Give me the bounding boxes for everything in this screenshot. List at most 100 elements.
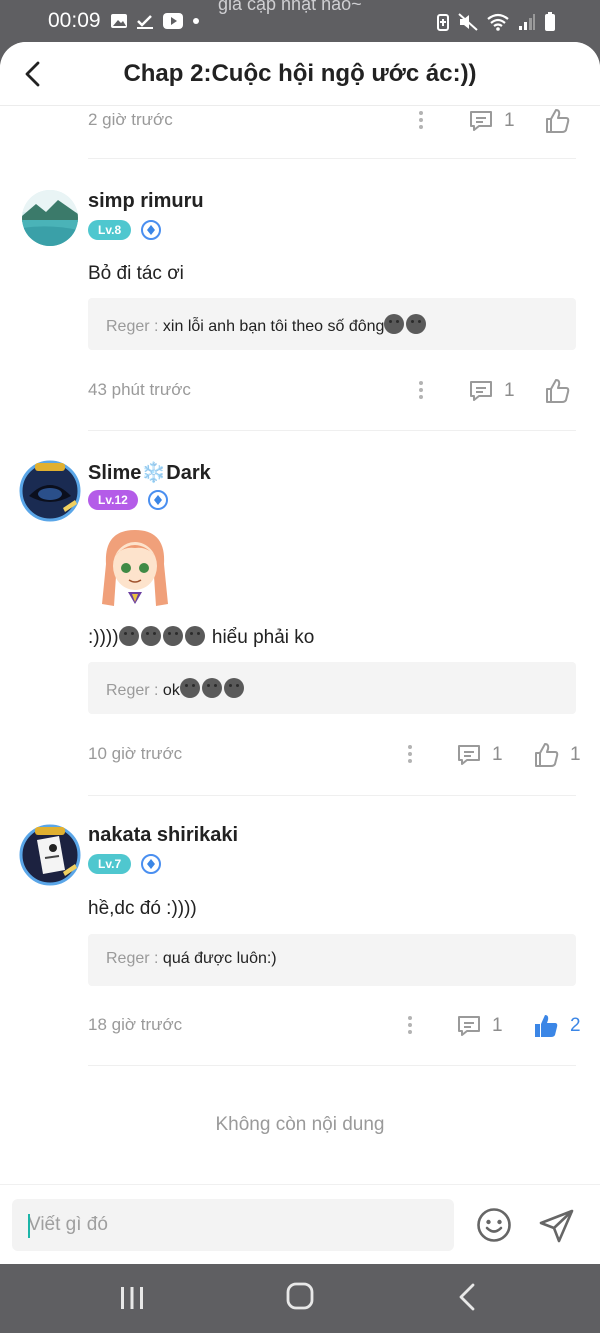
reply-count: 1 <box>504 110 515 131</box>
thumbs-up-icon <box>535 743 559 767</box>
comment-meta-row: 10 giờ trước 1 1 <box>88 740 581 770</box>
end-of-content-label: Không còn nội dung <box>215 1114 385 1135</box>
avatar-landscape-image <box>22 190 78 246</box>
emoji-icon <box>223 678 244 698</box>
reply-count: 1 <box>504 380 515 401</box>
wifi-icon <box>487 13 509 31</box>
more-options-icon[interactable] <box>407 742 413 768</box>
comment-time: 43 phút trước <box>88 380 191 399</box>
reply-button[interactable]: 1 <box>456 740 503 770</box>
divider <box>88 1065 576 1066</box>
emoji-icon <box>162 626 183 646</box>
gallery-icon <box>111 14 127 28</box>
send-button[interactable] <box>538 1207 576 1245</box>
comments-sheet: Chap 2:Cuộc hội ngộ ước ác:)) 2 giờ trướ… <box>0 42 600 1264</box>
like-button[interactable]: 1 <box>532 740 581 770</box>
emoji-icon <box>201 678 222 698</box>
reply-author: Reger : <box>106 682 163 699</box>
notification-ticker: gia cập nhật nào~ <box>218 0 362 14</box>
reply-button[interactable]: 1 <box>468 376 515 406</box>
check-icon <box>137 15 153 29</box>
recent-apps-button[interactable] <box>118 1284 146 1312</box>
comment-icon <box>458 745 480 765</box>
comment-input[interactable] <box>12 1199 454 1251</box>
more-options-icon[interactable] <box>418 108 424 134</box>
back-icon <box>459 1283 475 1311</box>
emoji-button[interactable] <box>476 1207 512 1243</box>
user-badges: Lv.12 <box>88 489 168 511</box>
reply-preview[interactable]: Reger : quá được luôn:) <box>88 934 576 986</box>
comment-icon <box>470 111 492 131</box>
page-title: Chap 2:Cuộc hội ngộ ước ác:)) <box>123 60 477 87</box>
comment-meta-row: 18 giờ trước 1 2 <box>88 1011 581 1041</box>
diamond-badge-icon <box>141 220 162 240</box>
comment-text-end: hiểu phải ko <box>206 627 315 648</box>
system-back-button[interactable] <box>456 1282 480 1312</box>
home-icon <box>286 1282 314 1310</box>
reply-count: 1 <box>492 1015 503 1036</box>
avatar-frame-image <box>19 824 81 886</box>
avatar[interactable] <box>19 824 81 886</box>
header: Chap 2:Cuộc hội ngộ ước ác:)) <box>0 42 600 106</box>
like-button-active[interactable]: 2 <box>532 1011 581 1041</box>
comment-time: 2 giờ trước <box>88 110 173 129</box>
reply-button[interactable]: 1 <box>456 1011 503 1041</box>
reply-text: ok <box>162 682 180 699</box>
comment-input-bar <box>0 1184 600 1264</box>
reply-text: quá được luôn:) <box>162 950 277 967</box>
emoji-icon <box>179 678 200 698</box>
diamond-badge-icon <box>141 854 162 874</box>
comment-text: :)))) hiểu phải ko <box>88 626 314 649</box>
username[interactable]: Slime❄️Dark <box>88 460 211 485</box>
video-icon <box>163 13 183 29</box>
level-badge: Lv.12 <box>88 490 138 510</box>
comment-meta-row: 2 giờ trước 1 <box>88 106 576 136</box>
like-count: 1 <box>570 744 581 765</box>
avatar[interactable] <box>22 190 78 246</box>
level-badge: Lv.7 <box>88 854 132 874</box>
reply-preview[interactable]: Reger : ok <box>88 662 576 714</box>
comment-icon <box>470 381 492 401</box>
emoji-icon <box>140 626 161 646</box>
comment-meta-row: 43 phút trước 1 <box>88 376 576 406</box>
emoji-icon <box>184 626 205 646</box>
user-badges: Lv.7 <box>88 853 162 875</box>
comment-time: 10 giờ trước <box>88 744 183 763</box>
comment-text-start: :)))) <box>88 627 119 648</box>
status-left-icons <box>110 12 200 30</box>
reply-preview[interactable]: Reger : xin lỗi anh bạn tôi theo số đông <box>88 298 576 350</box>
more-options-icon[interactable] <box>418 378 424 404</box>
battery-saver-icon <box>437 14 449 31</box>
avatar[interactable] <box>19 460 81 522</box>
comment-icon <box>458 1016 480 1036</box>
reply-button[interactable]: 1 <box>468 106 515 136</box>
home-button[interactable] <box>286 1282 314 1310</box>
system-nav-bar <box>0 1264 600 1333</box>
status-time: 00:09 <box>48 9 101 32</box>
send-icon <box>539 1209 574 1243</box>
emoji-icon <box>384 314 405 334</box>
divider <box>88 430 576 431</box>
signal-icon <box>519 14 535 30</box>
reply-author: Reger : <box>106 950 163 967</box>
text-cursor <box>28 1214 30 1238</box>
smiley-icon <box>477 1208 511 1242</box>
username[interactable]: simp rimuru <box>88 190 204 213</box>
username[interactable]: nakata shirikaki <box>88 824 238 847</box>
comment-text: hề,dc đó :)))) <box>88 898 197 919</box>
comment-time: 18 giờ trước <box>88 1015 183 1034</box>
reply-author: Reger : <box>106 318 163 335</box>
like-button[interactable] <box>543 376 581 406</box>
mute-icon <box>458 13 478 31</box>
divider <box>88 158 576 159</box>
like-button[interactable] <box>543 106 571 136</box>
recent-apps-icon <box>121 1287 143 1309</box>
emoji-icon <box>406 314 427 334</box>
more-options-icon[interactable] <box>407 1013 413 1039</box>
like-count: 2 <box>570 1015 581 1036</box>
status-bar: 00:09 gia cập nhật nào~ <box>0 0 600 44</box>
status-right-icons <box>436 12 556 32</box>
thumbs-up-icon <box>546 379 570 403</box>
emoji-icon <box>118 626 139 646</box>
divider <box>88 795 576 796</box>
